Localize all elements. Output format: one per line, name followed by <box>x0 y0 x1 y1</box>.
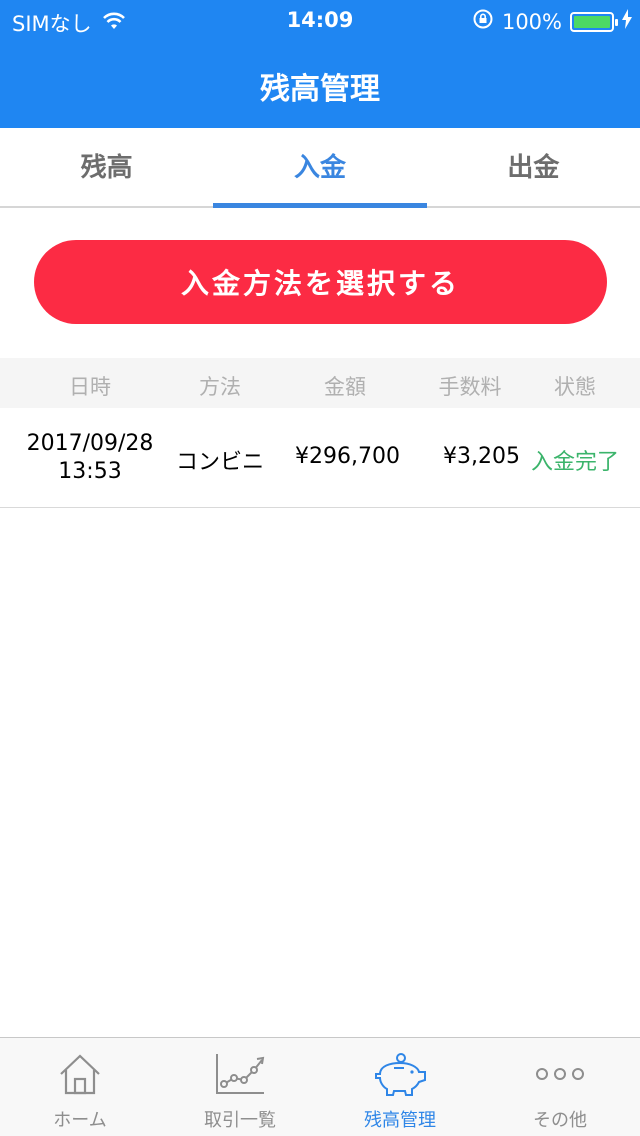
select-deposit-method-button[interactable]: 入金方法を選択する <box>34 240 607 324</box>
column-header-datetime: 日時 <box>69 375 111 399</box>
battery-percent: 100% <box>501 9 562 34</box>
tab-withdraw[interactable]: 出金 <box>427 128 640 206</box>
charging-icon <box>622 9 632 34</box>
cell-fee: ¥3,205 <box>443 444 520 469</box>
tab-balance[interactable]: 残高 <box>0 128 213 206</box>
table-row[interactable]: 2017/09/28 13:53 コンビニ ¥296,700 ¥3,205 入金… <box>0 408 640 508</box>
cell-status: 入金完了 <box>530 450 619 475</box>
page-title: 残高管理 <box>260 72 380 107</box>
tabbar-balance-label: 残高管理 <box>364 1110 436 1131</box>
tabbar-more-label: その他 <box>533 1110 587 1131</box>
tabbar-transactions[interactable]: 取引一覧 <box>160 1038 320 1136</box>
cell-datetime: 2017/09/28 13:53 <box>10 430 170 486</box>
column-header-amount: 金額 <box>324 375 366 399</box>
cell-time: 13:53 <box>58 459 122 484</box>
tab-deposit[interactable]: 入金 <box>213 128 427 208</box>
bottom-tab-bar: ホーム 取引一覧 残高管理 その他 <box>0 1037 640 1136</box>
tabbar-balance[interactable]: 残高管理 <box>320 1038 480 1136</box>
header: SIMなし 14:09 100% 残高管理 <box>0 0 640 128</box>
cell-amount: ¥296,700 <box>295 444 400 469</box>
home-icon <box>60 1054 100 1095</box>
battery-icon <box>570 11 618 32</box>
column-header-fee: 手数料 <box>438 375 502 399</box>
tabbar-more[interactable]: その他 <box>480 1038 640 1136</box>
tabbar-transactions-label: 取引一覧 <box>204 1110 276 1131</box>
tabbar-home-label: ホーム <box>53 1110 107 1131</box>
orientation-lock-icon <box>472 8 494 35</box>
tabbar-home[interactable]: ホーム <box>0 1038 160 1136</box>
status-bar: SIMなし 14:09 100% <box>0 0 640 40</box>
table-header: 日時 方法 金額 手数料 状態 <box>0 358 640 408</box>
cell-method: コンビニ <box>175 450 264 475</box>
chart-icon <box>216 1054 265 1094</box>
segment-tabs: 残高 入金 出金 <box>0 128 640 208</box>
more-icon <box>536 1068 584 1080</box>
column-header-status: 状態 <box>554 375 596 399</box>
cell-date: 2017/09/28 <box>26 431 154 456</box>
piggy-bank-icon <box>375 1053 426 1096</box>
column-header-method: 方法 <box>199 375 241 399</box>
